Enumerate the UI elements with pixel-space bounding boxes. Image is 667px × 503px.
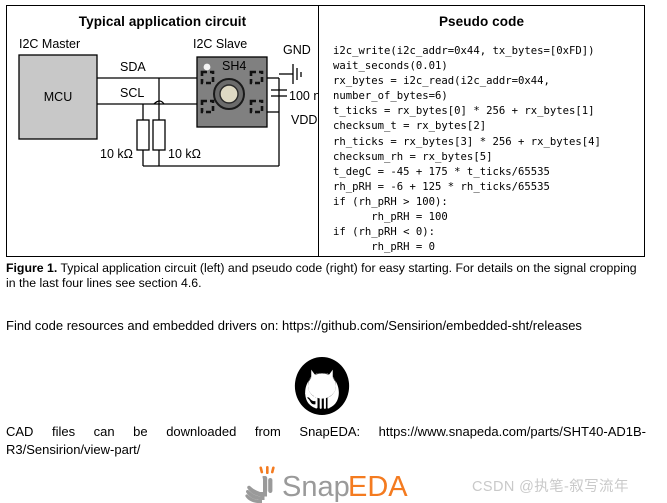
pullup-resistor-right [152, 119, 166, 151]
sensor-marking-label: SH4 [222, 59, 246, 73]
i2c-slave-label: I2C Slave [193, 37, 247, 51]
snapeda-hand-icon [245, 476, 273, 503]
application-circuit-diagram: I2C Master MCU I2C Slave SDA SCL 10 kΩ 1… [18, 37, 319, 167]
sensor-opening [219, 84, 239, 104]
i2c-master-label: I2C Master [19, 37, 80, 51]
circuit-panel-title: Typical application circuit [78, 14, 247, 29]
snapeda-eda-text: EDA [348, 471, 408, 503]
snapeda-spark-icon [259, 466, 275, 474]
pin1-dot-icon [203, 63, 211, 71]
github-resources-paragraph: Find code resources and embedded drivers… [6, 318, 582, 333]
snapeda-logo: Snap EDA [245, 466, 408, 503]
gnd-label: GND [283, 43, 311, 57]
vdd-label: VDD [291, 113, 317, 127]
snapeda-snap-text: Snap [282, 471, 350, 503]
resistor-left-label: 10 kΩ [100, 147, 133, 161]
pullup-resistor-left [136, 119, 150, 151]
cap-value-label: 100 nF [289, 89, 319, 103]
mcu-label: MCU [44, 90, 72, 104]
figure-caption-text: Typical application circuit (left) and p… [6, 261, 637, 290]
csdn-watermark: CSDN @执笔-叙写流年 [472, 479, 629, 495]
circuit-panel: Typical application circuit I2C Master M… [7, 6, 319, 256]
scl-label: SCL [120, 86, 144, 100]
pseudo-code-panel-title: Pseudo code [438, 14, 525, 29]
pseudo-code-text: i2c_write(i2c_addr=0x44, tx_bytes=[0xFD]… [333, 45, 601, 254]
sda-label: SDA [120, 60, 146, 74]
figure-caption-label: Figure 1. [6, 261, 58, 275]
pseudo-code-panel: Pseudo code i2c_write(i2c_addr=0x44, tx_… [319, 6, 644, 256]
figure-caption: Figure 1. Typical application circuit (l… [6, 261, 647, 290]
resistor-right-label: 10 kΩ [168, 147, 201, 161]
figure-1-box: Typical application circuit I2C Master M… [6, 5, 645, 257]
github-octocat-icon [294, 357, 350, 415]
snapeda-cad-paragraph: CAD files can be downloaded from SnapEDA… [6, 424, 646, 457]
